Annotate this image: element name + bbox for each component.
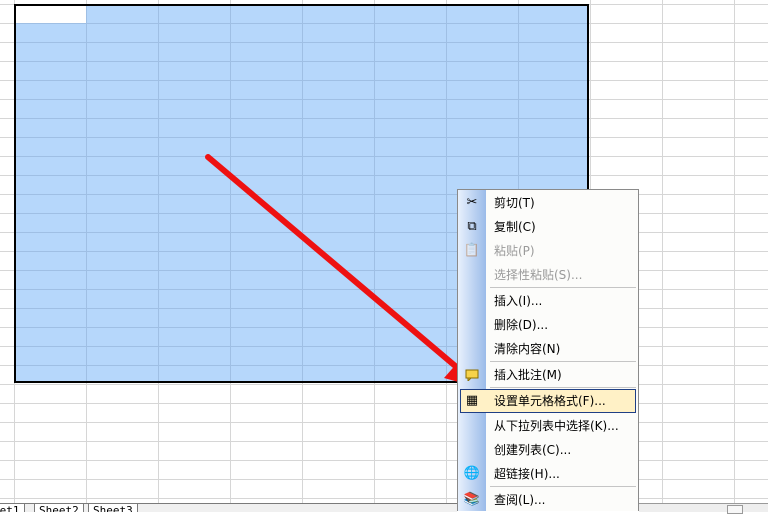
comment-icon bbox=[464, 367, 480, 383]
scroll-left-button[interactable] bbox=[727, 505, 743, 514]
menu-item-label: 删除(D)... bbox=[494, 318, 549, 332]
menu-item-hyperlink[interactable]: 🌐 超链接(H)... bbox=[458, 462, 638, 486]
menu-item-cut[interactable]: ✂ 剪切(T) bbox=[458, 191, 638, 215]
menu-item-label: 复制(C) bbox=[494, 220, 536, 234]
hyperlink-icon: 🌐 bbox=[463, 466, 481, 481]
menu-item-delete[interactable]: 删除(D)... bbox=[458, 313, 638, 337]
menu-separator bbox=[490, 387, 636, 388]
menu-item-label: 清除内容(N) bbox=[494, 342, 561, 356]
menu-item-label: 插入(I)... bbox=[494, 294, 543, 308]
menu-item-label: 从下拉列表中选择(K)... bbox=[494, 419, 619, 433]
menu-item-pick-from-list[interactable]: 从下拉列表中选择(K)... bbox=[458, 414, 638, 438]
menu-item-label: 设置单元格格式(F)... bbox=[494, 394, 606, 408]
menu-item-label: 插入批注(M) bbox=[494, 368, 562, 382]
menu-item-label: 选择性粘贴(S)... bbox=[494, 268, 583, 282]
menu-item-label: 剪切(T) bbox=[494, 196, 535, 210]
menu-item-label: 查阅(L)... bbox=[494, 493, 546, 507]
menu-separator bbox=[490, 287, 636, 288]
context-menu: ✂ 剪切(T) ⧉ 复制(C) 📋 粘贴(P) 选择性粘贴(S)... 插入(I… bbox=[457, 189, 639, 511]
menu-item-research[interactable]: 📚 查阅(L)... bbox=[458, 488, 638, 511]
menu-separator bbox=[490, 361, 636, 362]
research-icon: 📚 bbox=[463, 492, 481, 507]
format-cells-icon: ▦ bbox=[465, 393, 479, 408]
menu-item-clear-contents[interactable]: 清除内容(N) bbox=[458, 337, 638, 361]
paste-icon: 📋 bbox=[463, 243, 481, 258]
menu-item-create-list[interactable]: 创建列表(C)... bbox=[458, 438, 638, 462]
menu-item-format-cells[interactable]: ▦ 设置单元格格式(F)... bbox=[460, 389, 636, 413]
menu-item-label: 创建列表(C)... bbox=[494, 443, 572, 457]
menu-item-label: 粘贴(P) bbox=[494, 244, 535, 258]
copy-icon: ⧉ bbox=[467, 219, 477, 234]
menu-item-paste[interactable]: 📋 粘贴(P) bbox=[458, 239, 638, 263]
active-cell[interactable] bbox=[16, 6, 86, 23]
menu-item-insert[interactable]: 插入(I)... bbox=[458, 289, 638, 313]
menu-item-copy[interactable]: ⧉ 复制(C) bbox=[458, 215, 638, 239]
menu-item-insert-comment[interactable]: 插入批注(M) bbox=[458, 363, 638, 387]
comment-icon-shape bbox=[465, 369, 479, 381]
menu-item-label: 超链接(H)... bbox=[494, 467, 560, 481]
scissors-icon: ✂ bbox=[466, 195, 478, 210]
menu-item-paste-special[interactable]: 选择性粘贴(S)... bbox=[458, 263, 638, 287]
menu-separator bbox=[490, 486, 636, 487]
